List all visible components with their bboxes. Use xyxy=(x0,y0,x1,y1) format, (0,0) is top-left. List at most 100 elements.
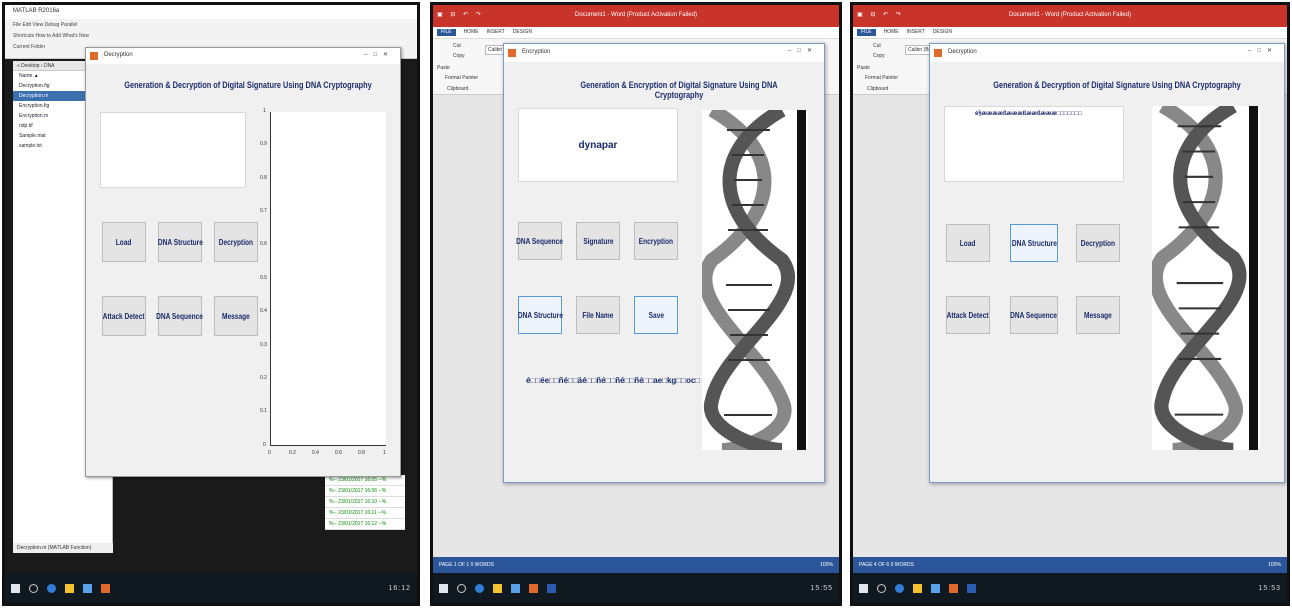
encryption-button[interactable]: Encryption xyxy=(634,222,678,260)
matlab-shortcuts-row[interactable]: Shortcuts How to Add What's New xyxy=(13,33,409,39)
cut-button[interactable]: Cut xyxy=(873,43,881,49)
history-line[interactable]: %-- 23/01/2017 16:12 --% xyxy=(325,519,405,530)
black-bar xyxy=(797,110,806,450)
dna-helix-icon xyxy=(702,110,796,450)
paste-button[interactable]: Paste xyxy=(857,65,870,71)
y-tick: 0.8 xyxy=(260,175,267,181)
page-count[interactable]: PAGE 1 OF 1 0 WORDS xyxy=(439,562,494,568)
edge-browser-icon[interactable] xyxy=(475,583,484,593)
input-text: dynapar xyxy=(578,139,618,151)
y-tick: 0.4 xyxy=(260,308,267,314)
store-icon[interactable] xyxy=(83,583,92,593)
zoom-level[interactable]: 100% xyxy=(820,562,833,568)
tab-design[interactable]: DESIGN xyxy=(933,29,952,36)
word-title-bar: ▣ ⊟ ↶ ↷ Document1 - Word (Product Activa… xyxy=(853,5,1287,27)
copy-button[interactable]: Copy xyxy=(873,53,885,59)
matlab-menu-row[interactable]: File Edit View Debug Parallel xyxy=(13,22,409,28)
y-tick: 0.1 xyxy=(260,408,267,414)
tab-insert[interactable]: INSERT xyxy=(487,29,505,36)
dna-sequence-button[interactable]: DNA Sequence xyxy=(157,296,203,336)
message-button[interactable]: Message xyxy=(1076,296,1120,334)
word-window-title: Document1 - Word (Product Activation Fai… xyxy=(575,12,697,18)
save-button[interactable]: Save xyxy=(634,296,678,334)
format-painter-button[interactable]: Format Painter xyxy=(445,75,478,81)
tab-file[interactable]: FILE xyxy=(437,29,456,36)
dna-sequence-button[interactable]: DNA Sequence xyxy=(1010,296,1058,334)
attack-detect-button[interactable]: Attack Detect xyxy=(102,296,146,336)
y-tick: 0 xyxy=(263,442,266,448)
file-details-bar: Decryption.m (MATLAB Function) xyxy=(13,543,113,553)
y-tick: 0.2 xyxy=(260,375,267,381)
window-controls[interactable]: –□✕ xyxy=(364,51,394,58)
store-icon[interactable] xyxy=(931,583,940,593)
word-taskbar-icon[interactable] xyxy=(547,583,556,593)
matlab-taskbar-icon[interactable] xyxy=(949,583,958,593)
app-heading: Generation & Encryption of Digital Signa… xyxy=(580,80,778,100)
copy-button[interactable]: Copy xyxy=(453,53,465,59)
tab-file[interactable]: FILE xyxy=(857,29,876,36)
file-explorer-icon[interactable] xyxy=(493,583,502,593)
app-heading: Generation & Decryption of Digital Signa… xyxy=(124,80,372,90)
store-icon[interactable] xyxy=(511,583,520,593)
word-window-title: Document1 - Word (Product Activation Fai… xyxy=(1009,12,1131,18)
decryption-figure-window: Decryption –□✕ Generation & Decryption o… xyxy=(85,47,401,477)
paste-button[interactable]: Paste xyxy=(437,65,450,71)
message-button[interactable]: Message xyxy=(214,296,258,336)
search-icon[interactable] xyxy=(29,583,38,593)
search-icon[interactable] xyxy=(877,583,886,593)
load-button[interactable]: Load xyxy=(102,222,146,262)
dialog-title: Decryption xyxy=(948,49,977,55)
y-tick: 0.7 xyxy=(260,208,267,214)
x-tick: 0.2 xyxy=(289,450,296,456)
file-explorer-icon[interactable] xyxy=(65,583,74,593)
dna-structure-button[interactable]: DNA Structure xyxy=(518,296,562,334)
history-line[interactable]: %-- 23/01/2017 16:11 --% xyxy=(325,508,405,519)
history-line[interactable]: %-- 23/01/2017 16:10 --% xyxy=(325,497,405,508)
signature-button[interactable]: Signature xyxy=(576,222,620,260)
matlab-taskbar-icon[interactable] xyxy=(529,583,538,593)
format-painter-button[interactable]: Format Painter xyxy=(865,75,898,81)
y-tick: 1 xyxy=(263,108,266,114)
taskbar: 16:12 xyxy=(5,573,417,603)
dna-sequence-button[interactable]: DNA Sequence xyxy=(517,222,563,260)
system-clock[interactable]: 15:55 xyxy=(810,585,833,592)
cut-button[interactable]: Cut xyxy=(453,43,461,49)
tab-insert[interactable]: INSERT xyxy=(907,29,925,36)
tab-home[interactable]: HOME xyxy=(464,29,479,36)
y-tick: 0.6 xyxy=(260,241,267,247)
load-button[interactable]: Load xyxy=(946,224,990,262)
x-tick: 1 xyxy=(383,450,386,456)
encryption-dialog: Encryption –□✕ Generation & Encryption o… xyxy=(503,43,825,483)
search-icon[interactable] xyxy=(457,583,466,593)
file-name-button[interactable]: File Name xyxy=(576,296,620,334)
decryption-button[interactable]: Decryption xyxy=(1076,224,1120,262)
dna-structure-button[interactable]: DNA Structure xyxy=(158,222,202,262)
x-tick: 0.6 xyxy=(335,450,342,456)
ribbon-tabs: FILE HOME INSERT DESIGN xyxy=(853,27,1287,39)
matlab-taskbar-icon[interactable] xyxy=(101,583,110,593)
output-panel: é§ææææßæææßææßæææ□□□□□□□ xyxy=(944,106,1124,182)
word-taskbar-icon[interactable] xyxy=(967,583,976,593)
history-line[interactable]: %-- 23/01/2017 16:06 --% xyxy=(325,486,405,497)
windows-start-icon[interactable] xyxy=(439,583,448,593)
system-clock[interactable]: 16:12 xyxy=(388,585,411,592)
window-controls[interactable]: –□✕ xyxy=(788,47,818,54)
window-controls[interactable]: –□✕ xyxy=(1248,47,1278,54)
windows-start-icon[interactable] xyxy=(11,583,20,593)
input-panel[interactable]: dynapar xyxy=(518,108,678,182)
attack-detect-button[interactable]: Attack Detect xyxy=(946,296,990,334)
dna-helix-icon xyxy=(1152,106,1247,450)
zoom-level[interactable]: 100% xyxy=(1268,562,1281,568)
file-explorer-icon[interactable] xyxy=(913,583,922,593)
edge-browser-icon[interactable] xyxy=(895,583,904,593)
system-clock[interactable]: 15:53 xyxy=(1258,585,1281,592)
tab-home[interactable]: HOME xyxy=(884,29,899,36)
edge-browser-icon[interactable] xyxy=(47,583,56,593)
taskbar: 15:53 xyxy=(853,573,1287,603)
decryption-button[interactable]: Decryption xyxy=(214,222,258,262)
tab-design[interactable]: DESIGN xyxy=(513,29,532,36)
page-count[interactable]: PAGE 4 OF 6 0 WORDS xyxy=(859,562,914,568)
dialog-title-bar: Decryption –□✕ xyxy=(930,44,1284,62)
dna-structure-button[interactable]: DNA Structure xyxy=(1010,224,1058,262)
windows-start-icon[interactable] xyxy=(859,583,868,593)
